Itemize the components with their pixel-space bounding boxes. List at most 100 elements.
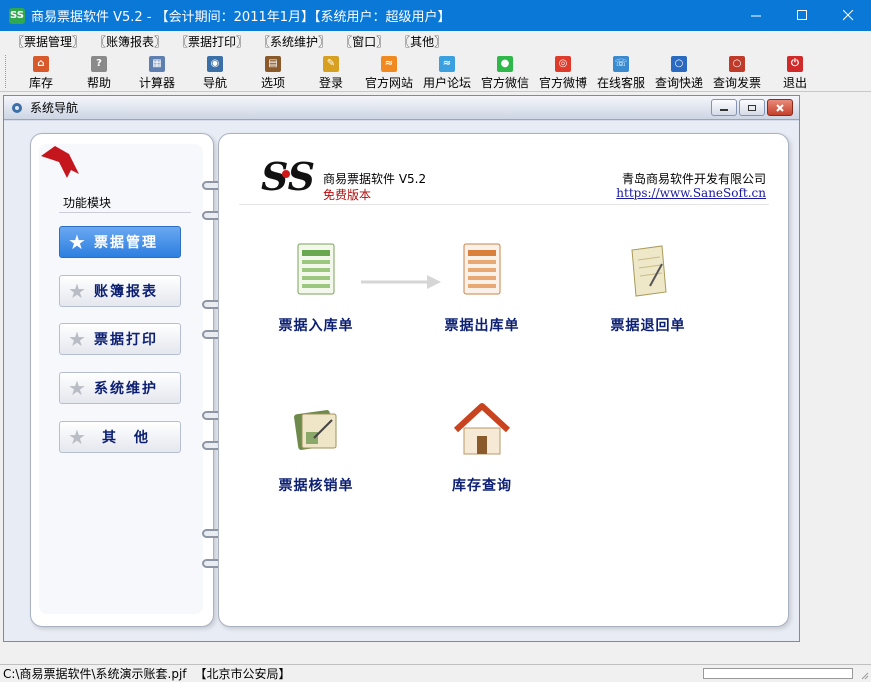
module-panel: 功能模块 ★ 票据管理 ★ 账簿报表 ★ 票据打印 ★ 系统维护 ★ 其 他 — [30, 133, 214, 627]
orange-ledger-icon — [463, 243, 501, 295]
edition-label: 免费版本 — [323, 188, 372, 202]
toolbar-button-search-invoice[interactable]: ○ 查询发票 — [708, 54, 766, 90]
nav-item-other[interactable]: ★ 其 他 — [59, 421, 181, 453]
status-bar: C:\商易票据软件\系统演示账套.pjf 【北京市公安局】 — [0, 664, 871, 682]
key-icon: ✎ — [323, 56, 339, 72]
toolbar-button-label: 官方微博 — [538, 76, 587, 90]
menu-ledger-reports[interactable]: 〖账簿报表〗 — [90, 33, 170, 50]
support-icon: ☏ — [613, 56, 629, 72]
toolbar-button-label: 退出 — [782, 76, 807, 90]
inventory-query-label: 库存查询 — [452, 478, 512, 494]
toolbar-button-wechat[interactable]: ● 官方微信 — [476, 54, 534, 90]
module-panel-inner: 功能模块 ★ 票据管理 ★ 账簿报表 ★ 票据打印 ★ 系统维护 ★ 其 他 — [39, 144, 203, 614]
close-icon — [776, 103, 784, 112]
nav-item-bill-management[interactable]: ★ 票据管理 — [59, 226, 181, 258]
write-off-icon — [294, 410, 337, 450]
menu-bill-printing[interactable]: 〖票据打印〗 — [172, 33, 252, 50]
bookmark-ribbon-icon — [41, 146, 79, 178]
nav-item-system-maintenance[interactable]: ★ 系统维护 — [59, 372, 181, 404]
window-title: 商易票据软件 V5.2 - 【会计期间：2011年1月】【系统用户：超级用户】 — [31, 10, 451, 25]
child-minimize-button[interactable] — [711, 99, 737, 116]
navigation-icon: ◉ — [207, 56, 223, 72]
calculator-icon: ▦ — [149, 56, 165, 72]
exit-icon: ⏻ — [787, 56, 803, 72]
forum-icon: ≈ — [439, 56, 455, 72]
bill-outbound-label: 票据出库单 — [444, 318, 520, 334]
toolbar-button-label: 查询发票 — [712, 76, 761, 90]
toolbar-grip[interactable] — [5, 55, 8, 88]
rss-icon: ≈ — [381, 56, 397, 72]
wechat-icon: ● — [497, 56, 513, 72]
bill-return-button[interactable]: 票据退回单 — [593, 238, 703, 335]
toolbar-button-navigation[interactable]: ◉ 导航 — [186, 54, 244, 90]
bill-outbound-button[interactable]: 票据出库单 — [427, 238, 537, 335]
house-icon — [453, 403, 511, 455]
toolbar-button-calculator[interactable]: ▦ 计算器 — [128, 54, 186, 90]
app-logo-icon: SS — [9, 7, 25, 24]
star-icon: ★ — [68, 279, 86, 303]
navigation-window-title: 系统导航 — [30, 101, 79, 115]
green-ledger-icon — [297, 243, 335, 295]
toolbar-button-label: 计算器 — [138, 76, 175, 90]
function-panel: SS 商易票据软件 V5.2 免费版本 青岛商易软件开发有限公司 https:/… — [218, 133, 789, 627]
nav-item-ledger-reports[interactable]: ★ 账簿报表 — [59, 275, 181, 307]
navigation-window-titlebar: 系统导航 — [4, 96, 799, 120]
menu-bill-management[interactable]: 〖票据管理〗 — [8, 33, 88, 50]
toolbar: ⌂ 库存? 帮助 ▦ 计算器 ◉ 导航 ▤ 选项 ✎ 登录 ≈ 官方网站 ≈ 用户论坛 ● 官方微信 ◎ 官方微博 ☏… — [0, 51, 871, 92]
menu-system-maintenance[interactable]: 〖系统维护〗 — [254, 33, 334, 50]
options-icon: ▤ — [265, 56, 281, 72]
toolbar-button-label: 库存 — [28, 76, 53, 90]
minimize-icon — [720, 108, 728, 111]
minimize-button[interactable] — [733, 0, 779, 31]
product-name: 商易票据软件 V5.2 — [323, 172, 427, 186]
star-icon: ★ — [68, 230, 86, 254]
toolbar-button-search[interactable]: ○ 查询快递 — [650, 54, 708, 90]
bill-write-off-button[interactable]: 票据核销单 — [261, 398, 371, 495]
star-icon: ★ — [68, 425, 86, 449]
bill-inbound-label: 票据入库单 — [278, 318, 354, 334]
toolbar-button-label: 导航 — [202, 76, 227, 90]
status-progress-box — [703, 668, 853, 679]
menu-other[interactable]: 〖其他〗 — [394, 33, 450, 50]
menu-bar: 〖票据管理〗 〖账簿报表〗 〖票据打印〗 〖系统维护〗 〖窗口〗 〖其他〗 — [0, 31, 871, 51]
menu-window[interactable]: 〖窗口〗 — [336, 33, 392, 50]
status-unit-name: 【北京市公安局】 — [194, 667, 291, 681]
toolbar-button-label: 官方网站 — [364, 76, 413, 90]
maximize-button[interactable] — [779, 0, 825, 31]
weibo-icon: ◎ — [555, 56, 571, 72]
bill-inbound-button[interactable]: 票据入库单 — [261, 238, 371, 335]
help-icon: ? — [91, 56, 107, 72]
toolbar-button-label: 帮助 — [86, 76, 111, 90]
toolbar-button-weibo[interactable]: ◎ 官方微博 — [534, 54, 592, 90]
star-icon: ★ — [68, 376, 86, 400]
toolbar-button-label: 官方微信 — [480, 76, 529, 90]
child-restore-button[interactable] — [739, 99, 765, 116]
toolbar-button-house[interactable]: ⌂ 库存 — [12, 54, 70, 90]
nav-item-label: 其 他 — [102, 430, 150, 446]
nav-item-label: 票据管理 — [94, 235, 158, 251]
toolbar-button-help[interactable]: ? 帮助 — [70, 54, 128, 90]
toolbar-button-label: 用户论坛 — [422, 76, 471, 90]
toolbar-button-options[interactable]: ▤ 选项 — [244, 54, 302, 90]
resize-grip-icon[interactable] — [859, 670, 869, 680]
toolbar-button-support[interactable]: ☏ 在线客服 — [592, 54, 650, 90]
navigation-body: 功能模块 ★ 票据管理 ★ 账簿报表 ★ 票据打印 ★ 系统维护 ★ 其 他 S… — [4, 121, 799, 641]
house-icon: ⌂ — [33, 56, 49, 72]
title-bar: SS 商易票据软件 V5.2 - 【会计期间：2011年1月】【系统用户：超级用… — [0, 0, 871, 31]
toolbar-button-label: 登录 — [318, 76, 343, 90]
child-close-button[interactable] — [767, 99, 793, 116]
toolbar-button-exit[interactable]: ⏻ 退出 — [766, 54, 824, 90]
company-name: 青岛商易软件开发有限公司 — [621, 172, 766, 186]
notepad-icon — [631, 245, 667, 297]
close-button[interactable] — [825, 0, 871, 31]
divider — [59, 212, 191, 213]
toolbar-button-key[interactable]: ✎ 登录 — [302, 54, 360, 90]
nav-item-bill-printing[interactable]: ★ 票据打印 — [59, 323, 181, 355]
website-link[interactable]: https://www.SaneSoft.cn — [616, 186, 766, 200]
module-title: 功能模块 — [63, 196, 112, 210]
sanesoft-logo: SS — [261, 154, 315, 198]
toolbar-button-forum[interactable]: ≈ 用户论坛 — [418, 54, 476, 90]
toolbar-button-rss[interactable]: ≈ 官方网站 — [360, 54, 418, 90]
inventory-query-button[interactable]: 库存查询 — [427, 398, 537, 495]
navigation-window: 系统导航 功能模块 ★ 票据管理 ★ 账簿报表 ★ 票据打印 ★ 系统维护 ★ … — [3, 95, 800, 642]
